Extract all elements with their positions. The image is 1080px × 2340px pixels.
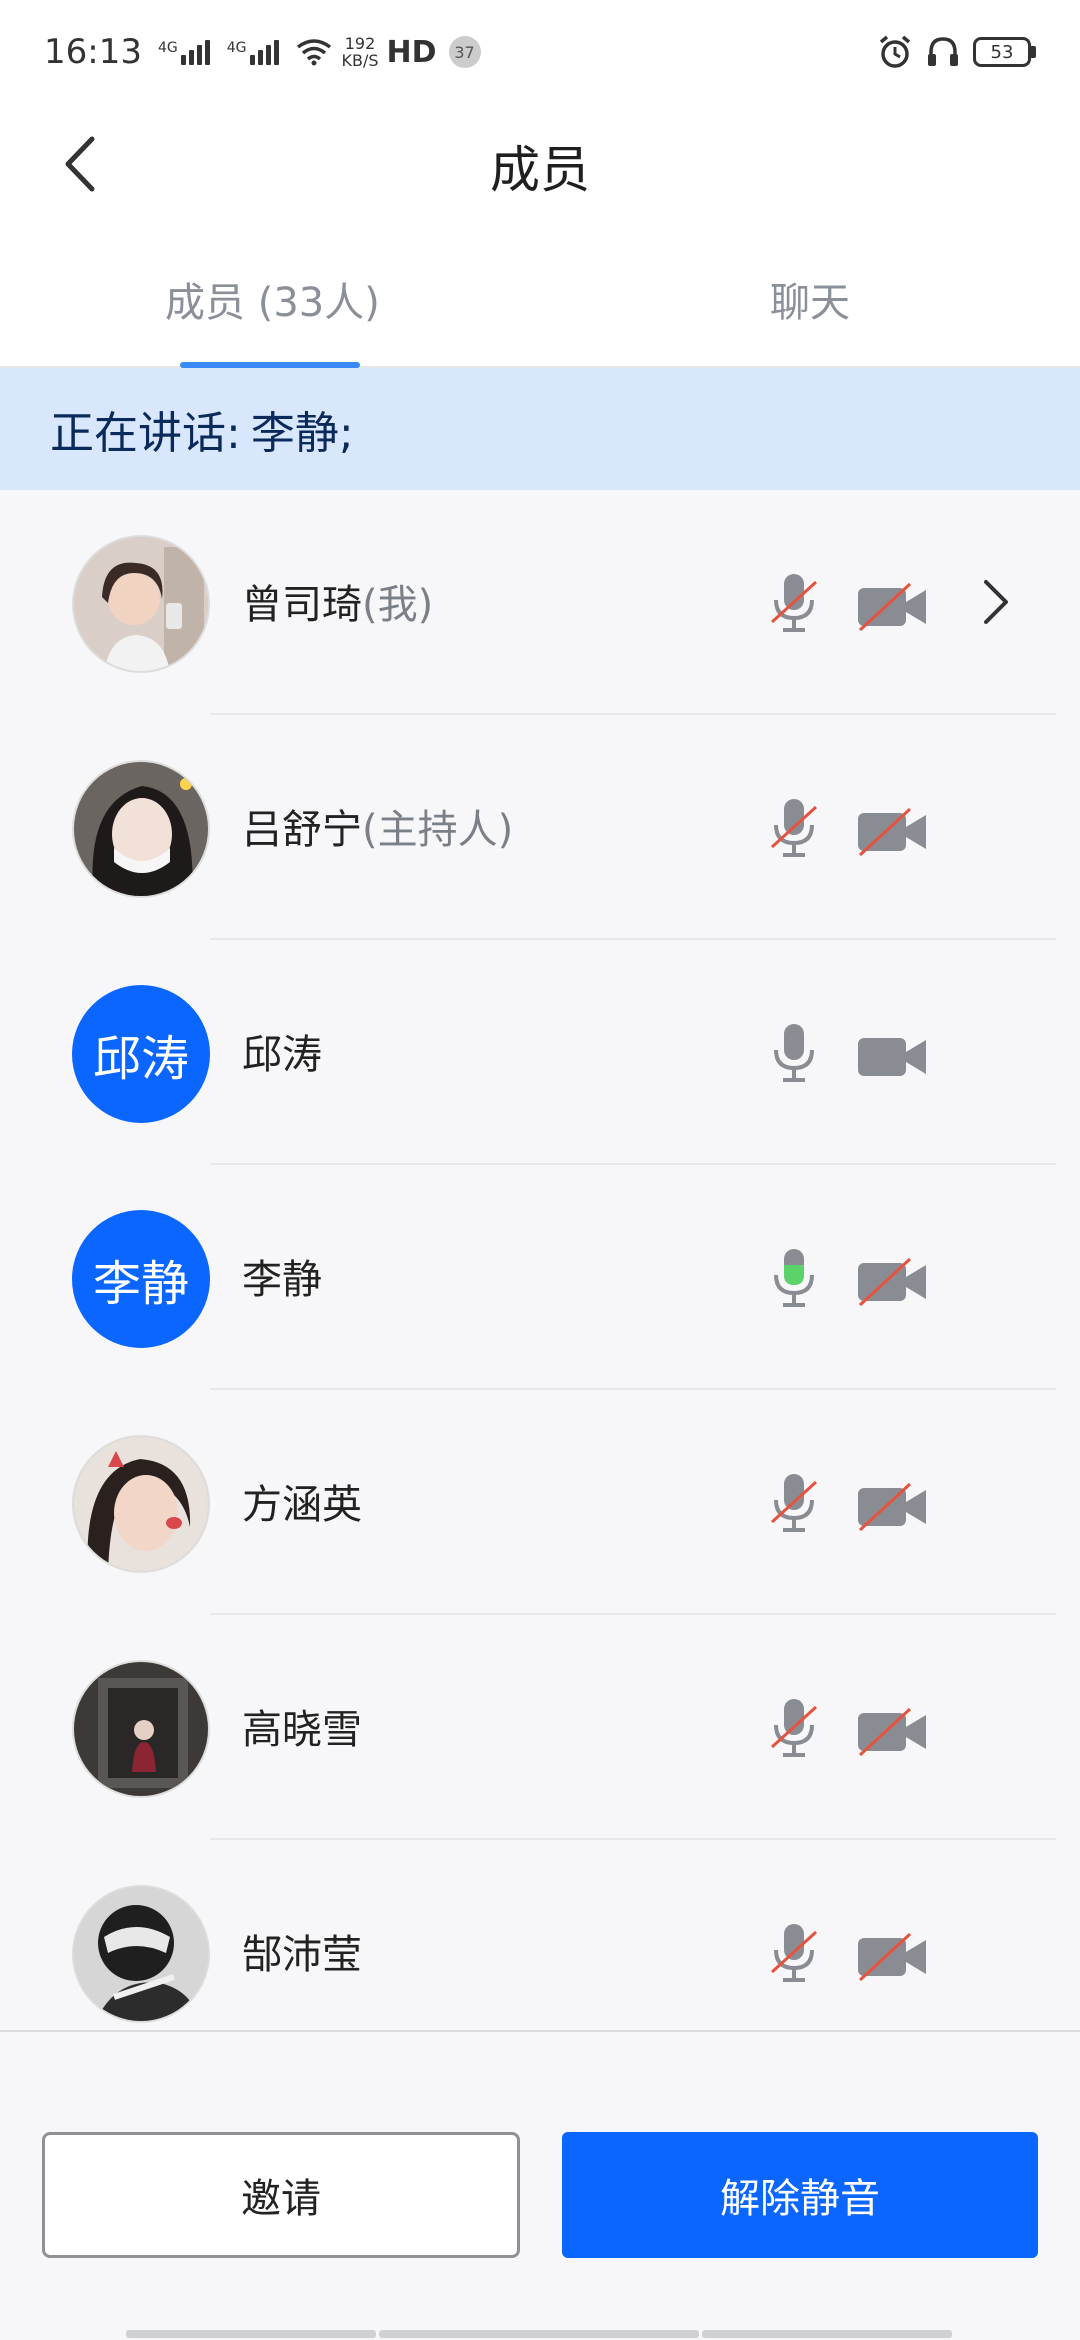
member-name: 郜沛莹 <box>242 1922 362 1980</box>
page-title: 成员 <box>490 141 590 199</box>
member-name: 吕舒宁(主持人) <box>242 797 513 855</box>
member-name-text: 吕舒宁 <box>242 807 362 853</box>
camera-off-icon[interactable] <box>856 1932 928 1982</box>
chevron-right-icon[interactable] <box>976 572 1016 632</box>
mic-muted-icon[interactable] <box>768 1472 820 1534</box>
member-name-text: 高晓雪 <box>242 1707 362 1753</box>
network-type-label: 4G <box>157 39 178 56</box>
avatar <box>72 1660 210 1798</box>
avatar <box>72 1435 210 1573</box>
member-role: (我) <box>362 582 434 628</box>
member-name-text: 曾司琦 <box>242 582 362 628</box>
invite-button[interactable]: 邀请 <box>42 2132 520 2258</box>
battery-cap <box>1031 46 1036 58</box>
network-speed: 192 KB/S <box>342 35 379 69</box>
system-nav-bar <box>126 2330 952 2338</box>
status-bar: 16:13 4G 4G 192 KB/S HD 37 53 <box>0 0 1080 104</box>
wifi-icon <box>296 39 331 66</box>
member-row[interactable]: 郜沛莹 <box>0 1840 1080 2030</box>
member-role: (主持人) <box>362 807 514 853</box>
hd-indicator: HD <box>386 34 437 70</box>
mic-muted-icon[interactable] <box>768 797 820 859</box>
member-row[interactable]: 高晓雪 <box>0 1615 1080 1840</box>
avatar <box>72 1885 210 2023</box>
nav-segment[interactable] <box>126 2330 376 2338</box>
avatar <box>72 760 210 898</box>
avatar <box>72 535 210 673</box>
tab-bar: 成员 (33人) 聊天 <box>0 224 1080 368</box>
member-row[interactable]: 方涵英 <box>0 1390 1080 1615</box>
mic-muted-icon[interactable] <box>768 572 820 634</box>
headphones-icon <box>928 37 958 66</box>
camera-icon[interactable] <box>856 1032 928 1082</box>
battery-icon: 53 <box>973 37 1031 67</box>
member-row[interactable]: 曾司琦(我) <box>0 490 1080 715</box>
speaking-label: 正在讲话: <box>50 408 241 459</box>
notification-badge: 37 <box>448 36 481 68</box>
alarm-icon <box>879 35 911 68</box>
camera-off-icon[interactable] <box>856 1257 928 1307</box>
speaking-name: 李静; <box>250 408 354 459</box>
member-row[interactable]: 邱涛 邱涛 <box>0 940 1080 1165</box>
member-name: 曾司琦(我) <box>242 572 433 630</box>
speaking-banner: 正在讲话: 李静; <box>0 368 1080 490</box>
speed-value: 192 <box>344 34 376 53</box>
network-type-label-2: 4G <box>226 39 247 56</box>
speed-unit: KB/S <box>341 51 379 70</box>
member-name-text: 李静 <box>242 1257 322 1303</box>
signal-icon: 4G <box>157 39 213 65</box>
battery-level: 53 <box>990 41 1014 63</box>
mic-muted-icon[interactable] <box>768 1697 820 1759</box>
tab-chat[interactable]: 聊天 <box>770 270 850 328</box>
member-row[interactable]: 李静 李静 <box>0 1165 1080 1390</box>
camera-off-icon[interactable] <box>856 1707 928 1757</box>
member-name-text: 郜沛莹 <box>242 1932 362 1978</box>
member-list[interactable]: 曾司琦(我) 吕舒宁(主持人) 邱涛 邱涛 李静 李静 方涵英 高晓雪 郜沛莹 <box>0 490 1080 2030</box>
nav-segment[interactable] <box>702 2330 952 2338</box>
member-name: 邱涛 <box>242 1022 322 1080</box>
member-name-text: 方涵英 <box>242 1482 362 1528</box>
status-time: 16:13 <box>44 32 142 72</box>
avatar: 李静 <box>72 1210 210 1348</box>
member-row[interactable]: 吕舒宁(主持人) <box>0 715 1080 940</box>
member-name: 高晓雪 <box>242 1697 362 1755</box>
app-header: 成员 <box>0 104 1080 224</box>
unmute-button[interactable]: 解除静音 <box>562 2132 1038 2258</box>
mic-icon[interactable] <box>768 1022 820 1084</box>
avatar: 邱涛 <box>72 985 210 1123</box>
signal-icon-2: 4G <box>226 39 282 65</box>
nav-segment[interactable] <box>379 2330 699 2338</box>
mic-speaking-icon[interactable] <box>768 1247 820 1309</box>
member-name: 方涵英 <box>242 1472 362 1530</box>
camera-off-icon[interactable] <box>856 807 928 857</box>
tab-members[interactable]: 成员 (33人) <box>165 270 380 328</box>
camera-off-icon[interactable] <box>856 582 928 632</box>
camera-off-icon[interactable] <box>856 1482 928 1532</box>
member-name-text: 邱涛 <box>242 1032 322 1078</box>
mic-muted-icon[interactable] <box>768 1922 820 1984</box>
member-name: 李静 <box>242 1247 322 1305</box>
bottom-action-bar: 邀请 解除静音 <box>0 2030 1080 2340</box>
